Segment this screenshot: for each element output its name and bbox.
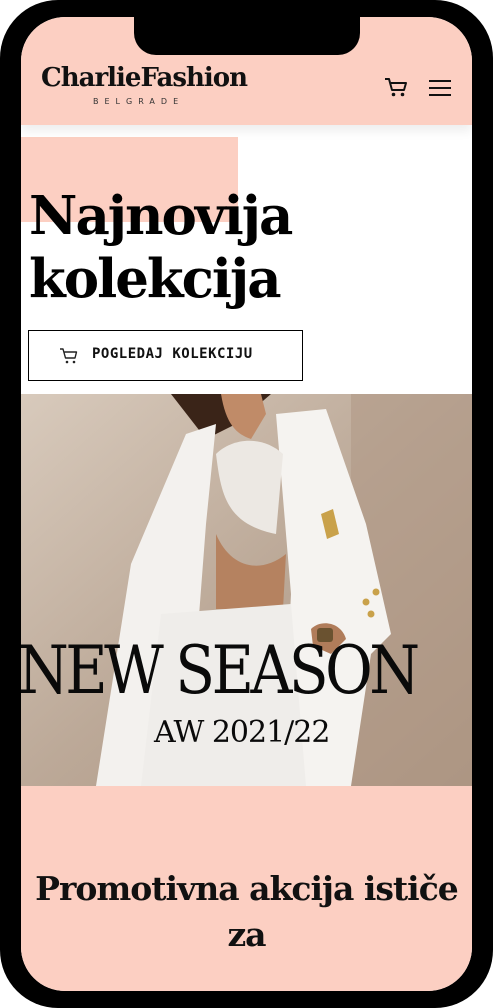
promo-section: Promotivna akcija ističe za [21,786,472,991]
promo-title: Promotivna akcija ističe za [35,869,459,954]
banner-subtitle: AW 2021/22 [154,715,330,750]
menu-button[interactable] [429,78,453,98]
hamburger-menu-icon [429,94,451,96]
view-collection-label: POGLEDAJ KOLEKCIJU [92,346,253,362]
cart-icon [385,78,407,97]
view-collection-button[interactable]: POGLEDAJ KOLEKCIJU [28,330,303,381]
hero-title: Najnovija kolekcija [29,185,293,310]
phone-notch [134,17,360,55]
hamburger-menu-icon [429,87,451,89]
screen: CharlieFashion BELGRADE Najnovija kolekc… [21,17,472,991]
banner-title: NEW SEASON [21,632,420,709]
brand-city: BELGRADE [93,97,185,106]
cart-button[interactable] [383,75,409,99]
phone-frame: CharlieFashion BELGRADE Najnovija kolekc… [0,0,493,1008]
cart-icon [60,348,78,364]
hamburger-menu-icon [429,80,451,82]
brand-logo[interactable]: CharlieFashion [41,63,248,93]
